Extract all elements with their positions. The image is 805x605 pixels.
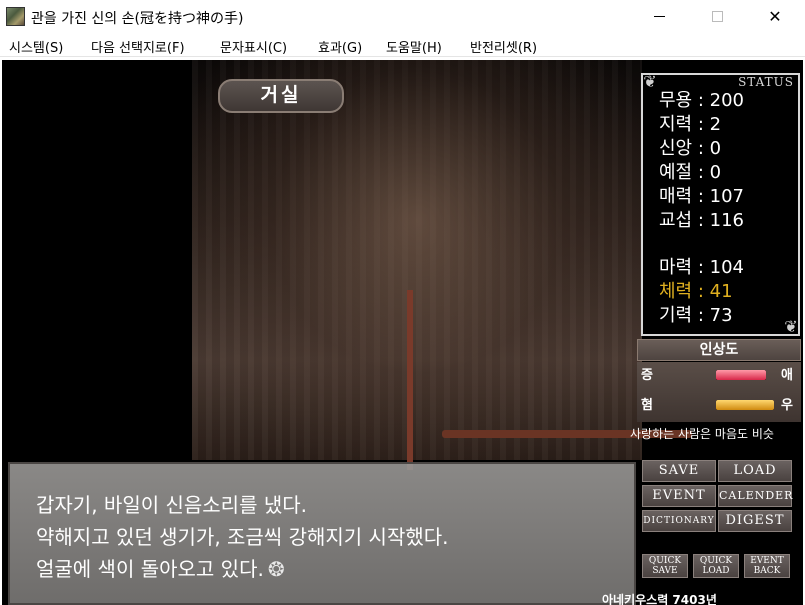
minimize-icon <box>653 16 665 17</box>
save-button[interactable]: SAVE <box>642 460 716 482</box>
affinity-disgust-label: 혐 <box>641 398 653 413</box>
menu-help[interactable]: 도움말(H) <box>386 37 442 56</box>
affinity-title: 인상도 <box>637 339 801 361</box>
quick-save-label-2: SAVE <box>652 566 678 576</box>
menu-next-choice[interactable]: 다음 선택지로(F) <box>91 37 185 56</box>
minimize-button[interactable] <box>636 0 682 33</box>
affinity-friend-bar <box>716 400 774 410</box>
affinity-love-bar <box>716 370 766 380</box>
dialog-box[interactable]: 갑자기, 바일이 신음소리를 냈다. 약해지고 있던 생기가, 조금씩 강해지기… <box>8 462 636 605</box>
affinity-panel: 증 애 혐 우 <box>637 362 801 422</box>
stat-martial: 무용 : 200 <box>659 90 744 111</box>
status-panel: ❦ STATUS 무용 : 200 지력 : 2 신앙 : 0 예절 : 0 매… <box>641 73 800 336</box>
menu-bar: 시스템(S) 다음 선택지로(F) 문자표시(C) 효과(G) 도움말(H) 반… <box>0 33 805 57</box>
affinity-hate-label: 증 <box>641 368 653 383</box>
location-label: 거실 <box>218 79 344 113</box>
quote-text: 사랑하는 사람은 마음도 비슷 <box>630 427 774 441</box>
digest-button[interactable]: DIGEST <box>718 510 792 532</box>
dictionary-button[interactable]: DICTIONARY <box>642 510 716 532</box>
continue-sparkle-icon: ❂ <box>267 557 285 581</box>
bedpost <box>407 290 413 470</box>
maximize-button[interactable] <box>694 0 740 33</box>
close-button[interactable]: ✕ <box>752 0 798 33</box>
stat-etiquette: 예절 : 0 <box>659 162 722 183</box>
quick-load-label-1: QUICK <box>699 556 733 566</box>
stat-stamina: 체력 : 41 <box>659 281 733 302</box>
dialog-line-3: 얼굴에 색이 돌아오고 있다. ❂ <box>36 553 285 582</box>
dialog-line-3-text: 얼굴에 색이 돌아오고 있다. <box>36 557 264 581</box>
stat-charm: 매력 : 107 <box>659 186 744 207</box>
ornament-icon: ❦ <box>784 317 798 336</box>
load-button[interactable]: LOAD <box>718 460 792 482</box>
menu-text-display[interactable]: 문자표시(C) <box>220 37 287 56</box>
event-button[interactable]: EVENT <box>642 485 716 507</box>
dialog-line-1: 갑자기, 바일이 신음소리를 냈다. <box>36 493 307 517</box>
event-back-label-2: BACK <box>753 566 781 576</box>
stat-negotiation: 교섭 : 116 <box>659 210 744 231</box>
ornament-icon: ❦ <box>643 72 657 91</box>
affinity-friend-label: 우 <box>781 398 793 413</box>
event-back-label-1: EVENT <box>750 556 784 566</box>
app-icon <box>6 7 25 26</box>
title-bar: 관을 가진 신의 손(冠を持つ神の手) ✕ <box>0 0 805 33</box>
close-icon: ✕ <box>768 7 782 26</box>
background-scene <box>192 60 692 470</box>
quick-load-button[interactable]: QUICK LOAD <box>693 554 739 578</box>
stat-energy: 기력 : 73 <box>659 305 733 326</box>
event-back-button[interactable]: EVENT BACK <box>744 554 790 578</box>
calender-button[interactable]: CALENDER <box>718 485 792 507</box>
window-title: 관을 가진 신의 손(冠を持つ神の手) <box>31 11 244 27</box>
affinity-love-label: 애 <box>781 368 793 383</box>
game-screen[interactable]: 거실 ❦ STATUS 무용 : 200 지력 : 2 신앙 : 0 예절 : … <box>2 60 803 605</box>
menu-reverse-reset[interactable]: 반전리셋(R) <box>470 37 537 56</box>
menu-effects[interactable]: 효과(G) <box>318 37 362 56</box>
menu-system[interactable]: 시스템(S) <box>9 37 63 56</box>
dialog-line-2: 약해지고 있던 생기가, 조금씩 강해지기 시작했다. <box>36 525 449 549</box>
maximize-icon <box>711 11 723 22</box>
stat-intellect: 지력 : 2 <box>659 114 722 135</box>
stat-faith: 신앙 : 0 <box>659 138 722 159</box>
quick-save-button[interactable]: QUICK SAVE <box>642 554 688 578</box>
stat-magic: 마력 : 104 <box>659 257 744 278</box>
quick-save-label-1: QUICK <box>648 556 682 566</box>
calendar-year: 아네키우스력 7403년 <box>602 593 717 605</box>
quick-load-label-2: LOAD <box>702 566 730 576</box>
status-title: STATUS <box>738 75 794 89</box>
